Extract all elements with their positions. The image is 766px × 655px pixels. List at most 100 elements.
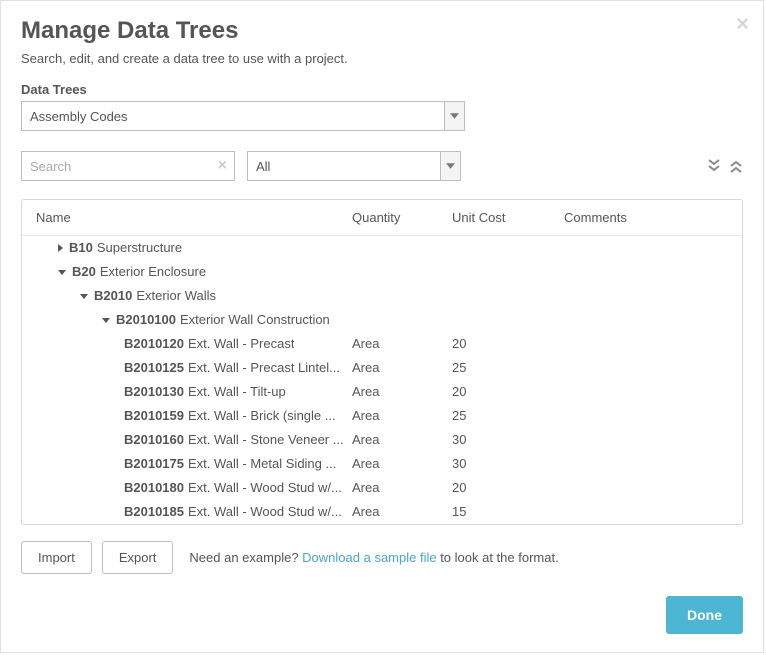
collapse-all-icon[interactable] xyxy=(729,159,743,173)
caret-down-icon[interactable] xyxy=(58,270,66,275)
tree-row[interactable]: B20Exterior Enclosure xyxy=(22,260,742,284)
example-prefix: Need an example? xyxy=(189,550,302,565)
header-unit-cost: Unit Cost xyxy=(452,210,564,225)
header-name: Name xyxy=(36,210,352,225)
caret-right-icon[interactable] xyxy=(58,244,63,252)
tree-label: Ext. Wall - Precast Lintel... xyxy=(188,359,340,377)
tree-label: Superstructure xyxy=(97,239,182,257)
tree-label: Ext. Wall - Precast xyxy=(188,335,294,353)
filter-row: × All xyxy=(21,151,743,181)
manage-data-trees-dialog: × Manage Data Trees Search, edit, and cr… xyxy=(0,0,764,653)
tree-label: Ext. Wall - Brick (single ... xyxy=(188,407,336,425)
tree-row[interactable]: B2010120Ext. Wall - PrecastArea20 xyxy=(22,332,742,356)
tree-row[interactable]: B2010185Ext. Wall - Wood Stud w/...Area1… xyxy=(22,500,742,524)
data-trees-select[interactable]: Assembly Codes xyxy=(21,101,465,131)
data-trees-select-wrap: Assembly Codes xyxy=(21,101,465,131)
tree-row[interactable]: B2010160Ext. Wall - Stone Veneer ...Area… xyxy=(22,428,742,452)
tree-quantity: Area xyxy=(352,431,452,449)
header-quantity: Quantity xyxy=(352,210,452,225)
tree-row[interactable]: B2010100Exterior Wall Construction xyxy=(22,308,742,332)
tree-name-cell: B2010160Ext. Wall - Stone Veneer ... xyxy=(36,431,352,449)
tree-name-cell: B2010180Ext. Wall - Wood Stud w/... xyxy=(36,479,352,497)
tree-name-cell: B2010185Ext. Wall - Wood Stud w/... xyxy=(36,503,352,521)
tree-name-cell: B2010175Ext. Wall - Metal Siding ... xyxy=(36,455,352,473)
tree-quantity: Area xyxy=(352,383,452,401)
done-button[interactable]: Done xyxy=(666,596,743,634)
caret-down-icon[interactable] xyxy=(80,294,88,299)
search-box: × xyxy=(21,151,235,181)
tree-code: B2010175 xyxy=(124,455,184,473)
tree-name-cell: B2010159Ext. Wall - Brick (single ... xyxy=(36,407,352,425)
tree-unit-cost: 30 xyxy=(452,455,564,473)
tree-code: B2010130 xyxy=(124,383,184,401)
tree-label: Ext. Wall - Stone Veneer ... xyxy=(188,431,344,449)
tree-quantity: Area xyxy=(352,455,452,473)
download-sample-link[interactable]: Download a sample file xyxy=(302,550,436,565)
tree-table: Name Quantity Unit Cost Comments B10Supe… xyxy=(21,199,743,525)
tree-code: B2010120 xyxy=(124,335,184,353)
expand-all-icon[interactable] xyxy=(707,159,721,173)
tree-row[interactable]: B2010175Ext. Wall - Metal Siding ...Area… xyxy=(22,452,742,476)
tree-name-cell: B2010Exterior Walls xyxy=(36,287,352,305)
tree-unit-cost: 20 xyxy=(452,479,564,497)
tree-name-cell: B10Superstructure xyxy=(36,239,352,257)
bottom-actions: Import Export Need an example? Download … xyxy=(21,541,743,574)
table-body[interactable]: B10SuperstructureB20Exterior EnclosureB2… xyxy=(22,236,742,524)
tree-row[interactable]: B10Superstructure xyxy=(22,236,742,260)
tree-row[interactable]: B2010125Ext. Wall - Precast Lintel...Are… xyxy=(22,356,742,380)
tree-quantity: Area xyxy=(352,407,452,425)
dialog-title: Manage Data Trees xyxy=(21,17,743,45)
clear-search-icon[interactable]: × xyxy=(218,157,227,175)
done-row: Done xyxy=(666,596,743,634)
filter-select-wrap: All xyxy=(247,151,461,181)
tree-label: Ext. Wall - Wood Stud w/... xyxy=(188,479,342,497)
tree-label: Exterior Wall Construction xyxy=(180,311,330,329)
import-button[interactable]: Import xyxy=(21,541,92,574)
tree-unit-cost: 20 xyxy=(452,335,564,353)
tree-code: B20 xyxy=(72,263,96,281)
table-header: Name Quantity Unit Cost Comments xyxy=(22,200,742,236)
tree-label: Exterior Enclosure xyxy=(100,263,206,281)
example-suffix: to look at the format. xyxy=(437,550,559,565)
tree-name-cell: B2010130Ext. Wall - Tilt-up xyxy=(36,383,352,401)
tree-unit-cost: 30 xyxy=(452,431,564,449)
filter-select[interactable]: All xyxy=(247,151,461,181)
tree-code: B2010180 xyxy=(124,479,184,497)
tree-name-cell: B2010120Ext. Wall - Precast xyxy=(36,335,352,353)
tree-code: B10 xyxy=(69,239,93,257)
header-comments: Comments xyxy=(564,210,728,225)
data-trees-label: Data Trees xyxy=(21,82,743,97)
caret-down-icon[interactable] xyxy=(102,318,110,323)
tree-unit-cost: 20 xyxy=(452,383,564,401)
tree-row[interactable]: B2010180Ext. Wall - Wood Stud w/...Area2… xyxy=(22,476,742,500)
tree-code: B2010159 xyxy=(124,407,184,425)
tree-code: B2010 xyxy=(94,287,132,305)
tree-code: B2010185 xyxy=(124,503,184,521)
tree-code: B2010160 xyxy=(124,431,184,449)
tree-unit-cost: 15 xyxy=(452,503,564,521)
close-icon[interactable]: × xyxy=(736,11,749,37)
tree-quantity: Area xyxy=(352,359,452,377)
tree-name-cell: B2010125Ext. Wall - Precast Lintel... xyxy=(36,359,352,377)
export-button[interactable]: Export xyxy=(102,541,174,574)
tree-row[interactable]: B2010130Ext. Wall - Tilt-upArea20 xyxy=(22,380,742,404)
tree-quantity: Area xyxy=(352,335,452,353)
example-text: Need an example? Download a sample file … xyxy=(189,550,558,565)
tree-row[interactable]: B2010159Ext. Wall - Brick (single ...Are… xyxy=(22,404,742,428)
tree-quantity: Area xyxy=(352,503,452,521)
tree-label: Exterior Walls xyxy=(136,287,216,305)
tree-code: B2010125 xyxy=(124,359,184,377)
tree-quantity: Area xyxy=(352,479,452,497)
tree-unit-cost: 25 xyxy=(452,407,564,425)
tree-label: Ext. Wall - Metal Siding ... xyxy=(188,455,336,473)
tree-label: Ext. Wall - Tilt-up xyxy=(188,383,286,401)
dialog-subtitle: Search, edit, and create a data tree to … xyxy=(21,51,743,66)
search-input[interactable] xyxy=(21,151,235,181)
tree-code: B2010100 xyxy=(116,311,176,329)
tree-name-cell: B20Exterior Enclosure xyxy=(36,263,352,281)
tree-label: Ext. Wall - Wood Stud w/... xyxy=(188,503,342,521)
tree-unit-cost: 25 xyxy=(452,359,564,377)
expand-controls xyxy=(707,159,743,173)
tree-row[interactable]: B2010Exterior Walls xyxy=(22,284,742,308)
tree-name-cell: B2010100Exterior Wall Construction xyxy=(36,311,352,329)
